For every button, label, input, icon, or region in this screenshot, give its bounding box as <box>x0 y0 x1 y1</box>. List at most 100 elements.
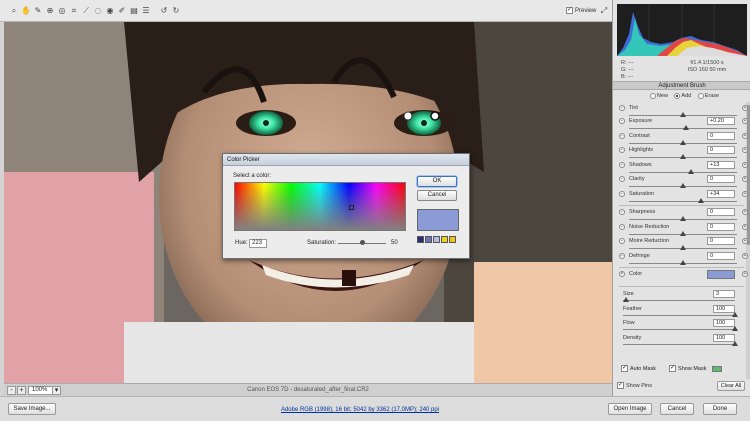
flow-slider-thumb[interactable] <box>732 326 738 331</box>
moire-reduction-decrease-icon[interactable]: − <box>619 238 625 244</box>
exposure-increase-icon[interactable]: + <box>742 118 748 124</box>
saturation-value-field[interactable]: +34 <box>707 189 735 198</box>
noise-reduction-value-field[interactable]: 0 <box>707 222 735 231</box>
color-spectrum[interactable] <box>234 182 406 231</box>
density-slider-thumb[interactable] <box>732 340 738 346</box>
preview-toggle[interactable]: ✓ Preview <box>566 6 596 16</box>
targeted-adjustment-icon[interactable]: ◎ <box>56 5 68 17</box>
contrast-slider-thumb[interactable] <box>680 139 686 145</box>
mode-erase-radio[interactable] <box>697 92 704 99</box>
mode-new-radio[interactable] <box>649 92 656 99</box>
saturation-slider-thumb[interactable] <box>698 197 705 203</box>
mask-color-swatch[interactable] <box>712 365 723 372</box>
noise-reduction-decrease-icon[interactable]: − <box>619 223 625 230</box>
saturation-increase-icon[interactable]: + <box>742 190 748 197</box>
color-clear-icon[interactable]: × <box>619 271 625 277</box>
fullscreen-icon[interactable]: ⤢ <box>598 5 610 17</box>
highlights-value-field[interactable]: 0 <box>707 146 735 154</box>
color-marker[interactable] <box>349 205 354 210</box>
contrast-value-field[interactable]: 0 <box>707 131 735 140</box>
defringe-decrease-icon[interactable]: − <box>619 252 625 259</box>
contrast-decrease-icon[interactable]: − <box>619 132 625 139</box>
preset-swatch[interactable] <box>449 236 456 243</box>
color-sampler-icon[interactable]: ⊕ <box>44 5 56 17</box>
hand-icon[interactable]: ✋ <box>20 5 32 17</box>
tint-decrease-icon[interactable]: − <box>619 105 625 111</box>
spot-removal-icon[interactable]: ◌ <box>92 5 104 17</box>
preset-swatch[interactable] <box>433 236 440 243</box>
defringe-value-field[interactable]: 0 <box>707 251 735 260</box>
defringe-slider-thumb[interactable] <box>680 259 686 265</box>
adjustment-sliders[interactable]: − Tint + − Exposure +0.20 + − Contrast 0 + − Highlig… <box>613 102 750 379</box>
moire-reduction-slider-thumb[interactable] <box>680 245 686 250</box>
color-swatch[interactable] <box>707 270 735 279</box>
contrast-increase-icon[interactable]: + <box>742 132 748 139</box>
shadows-slider-thumb[interactable] <box>687 168 694 174</box>
saturation-slider-track[interactable] <box>629 200 737 202</box>
sharpness-increase-icon[interactable]: + <box>742 209 748 215</box>
sharpness-decrease-icon[interactable]: − <box>619 209 625 215</box>
size-value-field[interactable]: 3 <box>713 290 735 298</box>
feather-slider-thumb[interactable] <box>732 311 738 317</box>
exposure-value-field[interactable]: +0.20 <box>707 117 735 125</box>
red-eye-icon[interactable]: ◉ <box>104 5 116 17</box>
bottom-bar: Save Image... Adobe RGB (1998); 16 bit; … <box>0 396 750 421</box>
crop-icon[interactable]: ⌗ <box>68 5 80 17</box>
highlights-decrease-icon[interactable]: − <box>619 147 625 153</box>
saturation-decrease-icon[interactable]: − <box>619 190 625 197</box>
adjustment-brush-icon[interactable]: ✐ <box>116 5 128 17</box>
rotate-right-icon[interactable]: ↻ <box>170 5 182 17</box>
done-button[interactable]: Done <box>703 403 737 415</box>
sharpness-slider-thumb[interactable] <box>680 216 686 221</box>
sharpness-value-field[interactable]: 0 <box>707 208 735 216</box>
exposure-slider-thumb[interactable] <box>683 125 690 130</box>
defringe-increase-icon[interactable]: + <box>742 252 748 259</box>
rotate-left-icon[interactable]: ↺ <box>158 5 170 17</box>
workflow-options-link[interactable]: Adobe RGB (1998); 16 bit; 5042 by 3362 (… <box>280 407 440 413</box>
highlights-increase-icon[interactable]: + <box>742 147 748 153</box>
show-pins-checkbox[interactable]: ✓ <box>617 382 624 390</box>
ok-button[interactable]: OK <box>417 176 457 187</box>
cancel-button[interactable]: Cancel <box>660 403 694 415</box>
clear-all-button[interactable]: Clear All <box>717 381 745 391</box>
moire-reduction-value-field[interactable]: 0 <box>707 237 735 245</box>
hue-input[interactable]: 223 <box>249 239 267 248</box>
shadows-decrease-icon[interactable]: − <box>619 161 625 168</box>
preset-swatch[interactable] <box>441 236 448 243</box>
shadows-increase-icon[interactable]: + <box>742 161 748 168</box>
shadows-slider-track[interactable] <box>629 171 737 173</box>
preferences-icon[interactable]: ☰ <box>140 5 152 17</box>
size-slider-thumb[interactable] <box>623 297 630 302</box>
auto-mask-checkbox[interactable]: ✓ <box>621 365 628 373</box>
clarity-value-field[interactable]: 0 <box>707 175 735 183</box>
saturation-slider-thumb[interactable] <box>359 240 365 245</box>
tint-increase-icon[interactable]: + <box>742 105 748 111</box>
graduated-filter-icon[interactable]: ▤ <box>128 5 140 17</box>
noise-reduction-slider-thumb[interactable] <box>680 230 686 236</box>
save-image-button[interactable]: Save Image... <box>8 403 56 415</box>
moire-reduction-increase-icon[interactable]: + <box>742 238 748 244</box>
show-pins-toggle[interactable]: ✓ Show Pins <box>617 381 652 391</box>
feather-slider-track[interactable] <box>623 314 735 316</box>
clarity-decrease-icon[interactable]: − <box>619 176 625 182</box>
clarity-slider-thumb[interactable] <box>680 183 686 188</box>
clarity-increase-icon[interactable]: + <box>742 176 748 182</box>
noise-reduction-increase-icon[interactable]: + <box>742 223 748 230</box>
dialog-cancel-button[interactable]: Cancel <box>417 190 457 201</box>
shadows-value-field[interactable]: +13 <box>707 160 735 169</box>
open-image-button[interactable]: Open Image <box>608 403 652 415</box>
size-slider-track[interactable] <box>623 300 735 301</box>
show-mask-checkbox[interactable]: ✓ <box>669 365 677 373</box>
preset-swatch[interactable] <box>417 236 424 243</box>
color-add-icon[interactable]: + <box>742 271 748 277</box>
preview-checkbox[interactable]: ✓ <box>566 6 573 14</box>
mode-add-radio[interactable] <box>674 92 681 99</box>
zoom-icon[interactable]: ⌕ <box>8 5 20 17</box>
preset-swatch[interactable] <box>425 236 432 243</box>
exposure-decrease-icon[interactable]: − <box>619 118 625 124</box>
highlights-slider-thumb[interactable] <box>680 154 686 159</box>
flow-slider-track[interactable] <box>623 329 735 330</box>
density-slider-track[interactable] <box>623 343 735 345</box>
straighten-icon[interactable]: ⟋ <box>80 5 92 17</box>
white-balance-icon[interactable]: ✎ <box>32 5 44 17</box>
